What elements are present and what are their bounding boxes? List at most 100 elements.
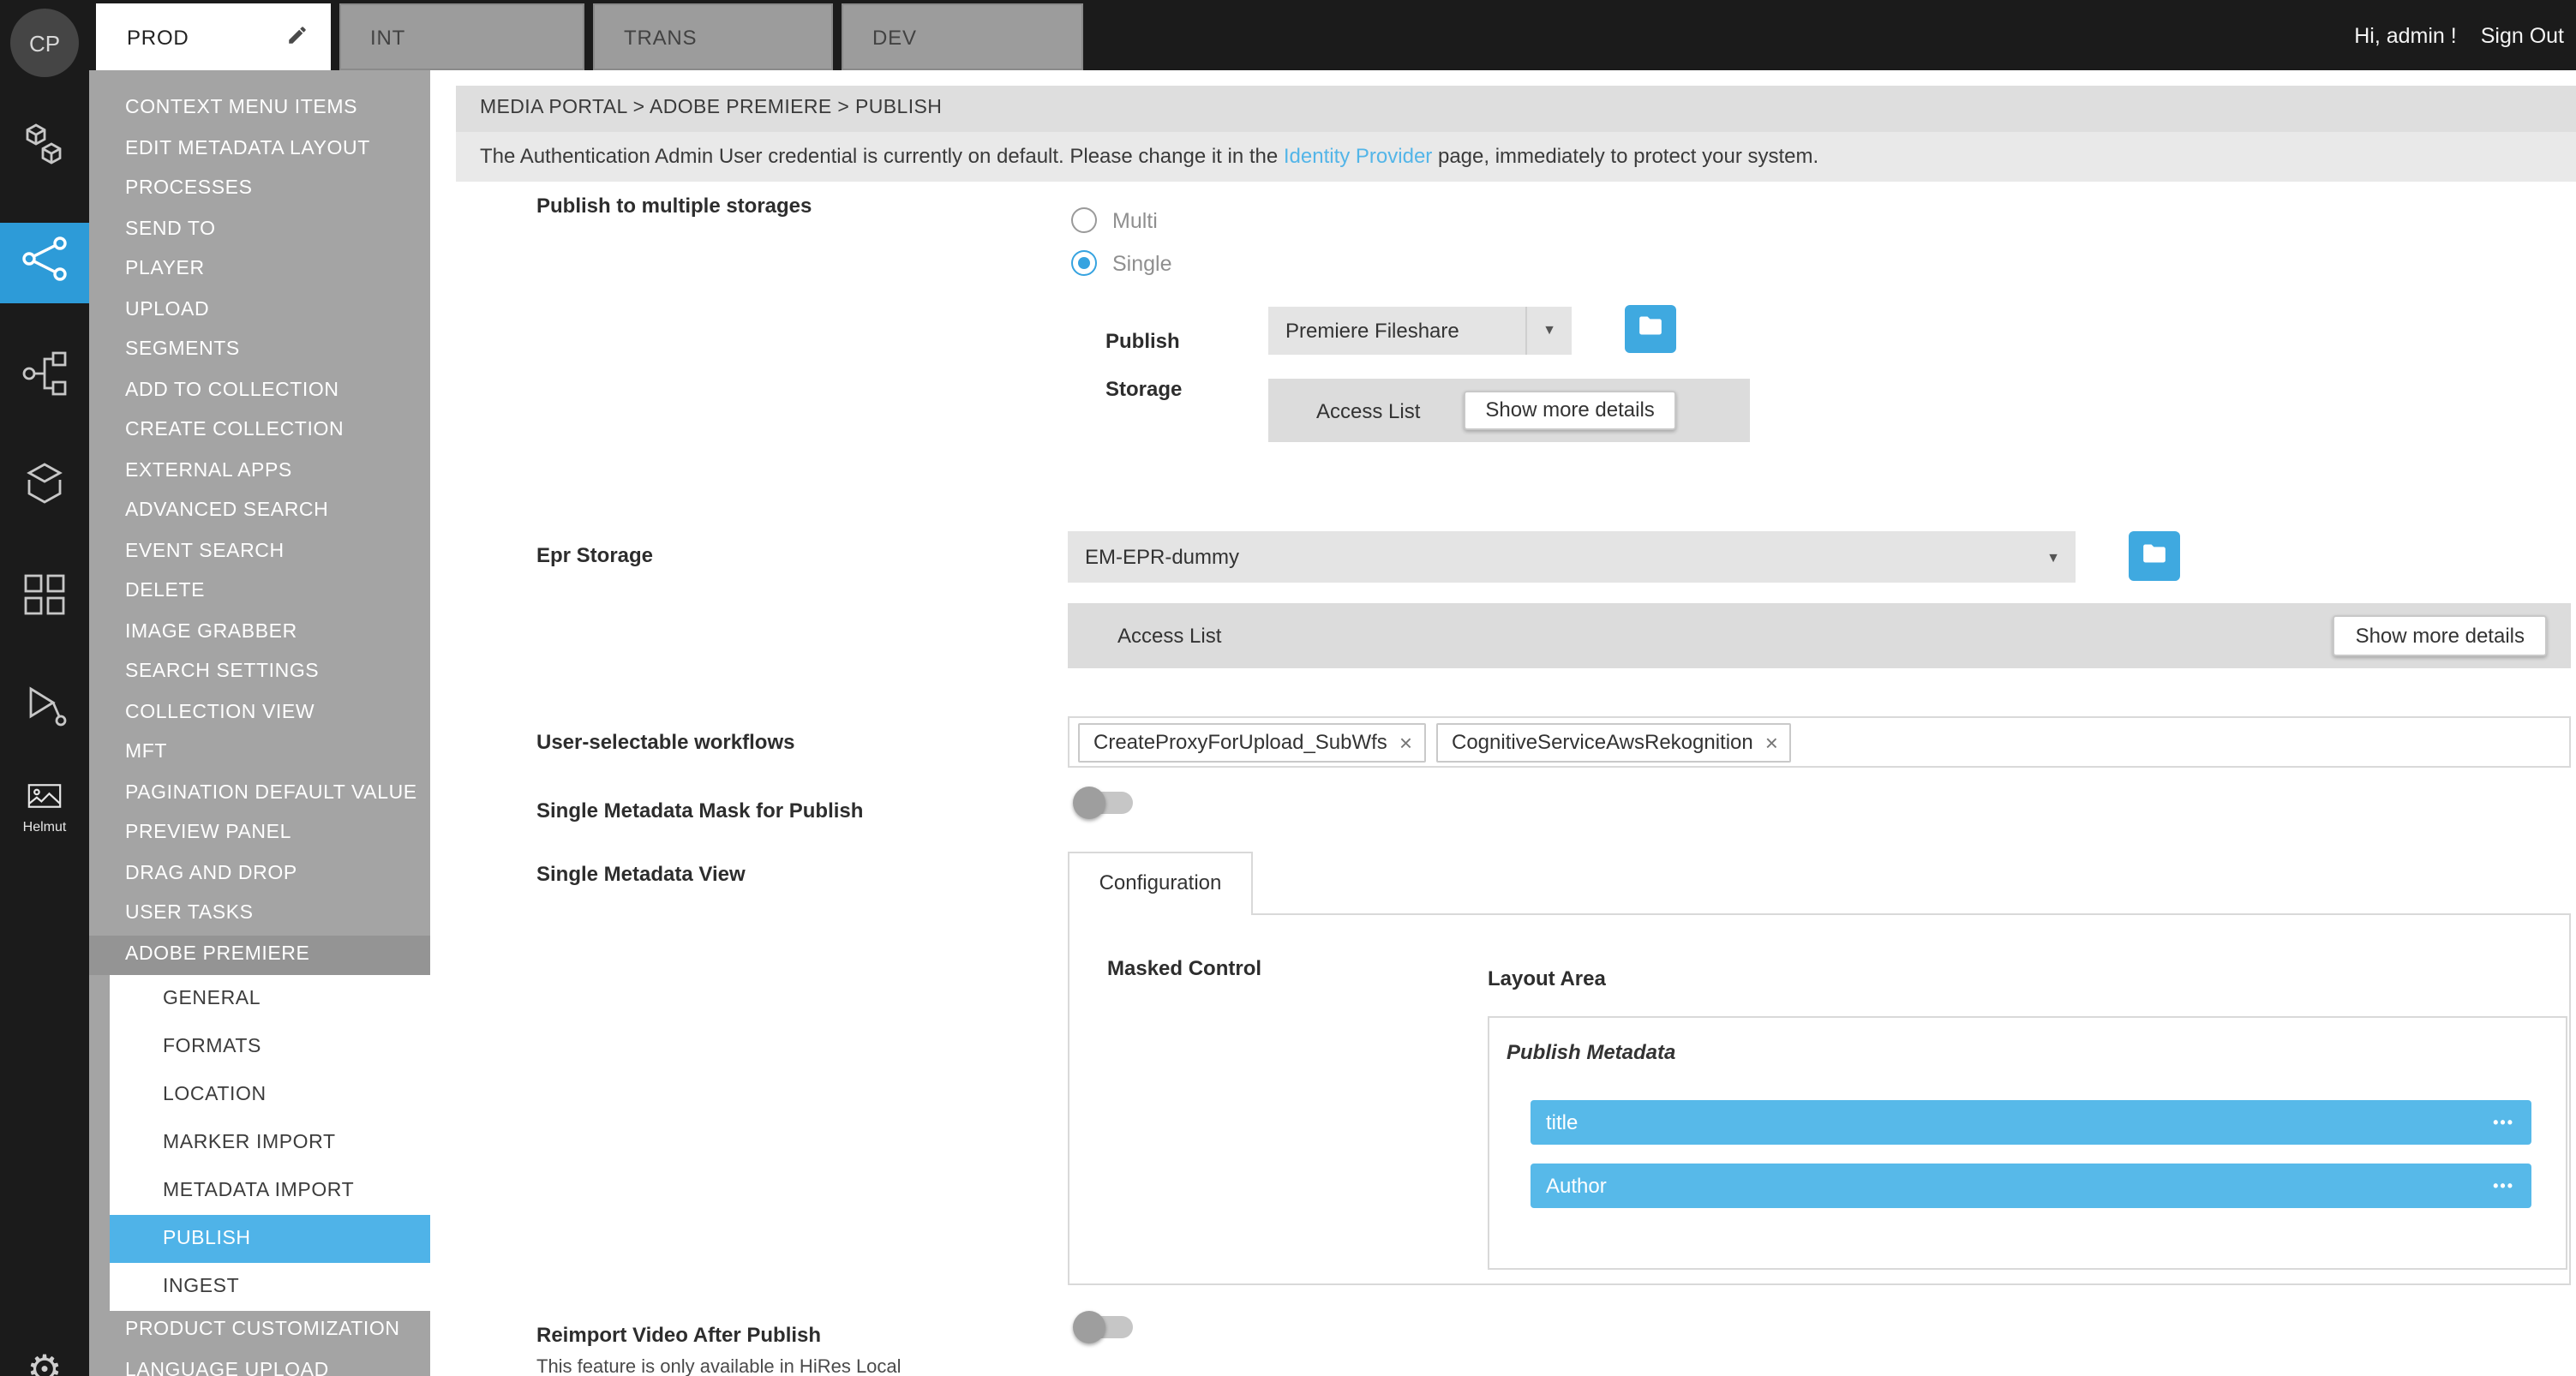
sidebar-item-advanced-search[interactable]: ADVANCED SEARCH (89, 492, 430, 532)
access-list-label: Access List (1316, 398, 1420, 422)
radio-single[interactable] (1071, 250, 1097, 276)
sidebar-item-location[interactable]: LOCATION (110, 1071, 430, 1119)
tab-trans[interactable]: TRANS (593, 3, 833, 70)
rail-item-packages[interactable] (0, 120, 89, 180)
chevron-down-icon[interactable]: ▼ (1525, 307, 1572, 355)
sidebar-item-processes[interactable]: PROCESSES (89, 170, 430, 210)
sidebar-item-pagination-default-value[interactable]: PAGINATION DEFAULT VALUE (89, 774, 430, 814)
rail-item-workflows[interactable] (0, 348, 89, 408)
user-selectable-workflows-label: User-selectable workflows (536, 730, 794, 754)
sidebar-item-context-menu-items[interactable]: CONTEXT MENU ITEMS (89, 89, 430, 129)
publish-storage-access-bar: Access List Show more details (1268, 379, 1750, 442)
sidebar-item-add-to-collection[interactable]: ADD TO COLLECTION (89, 371, 430, 411)
radio-single-label: Single (1112, 251, 1172, 275)
flow-nodes-icon (19, 348, 70, 408)
app-window: PROD INT TRANS DEV Hi, admin ! Sign Out … (0, 0, 2576, 1376)
sidebar-item-language-upload[interactable]: LANGUAGE UPLOAD (89, 1351, 430, 1376)
sidebar-item-external-apps[interactable]: EXTERNAL APPS (89, 452, 430, 492)
sidebar-item-search-settings[interactable]: SEARCH SETTINGS (89, 653, 430, 693)
radio-option-multi[interactable]: Multi (1071, 207, 1158, 233)
sidebar-item-drag-and-drop[interactable]: DRAG AND DROP (89, 854, 430, 894)
sidebar-item-player[interactable]: PLAYER (89, 250, 430, 290)
epr-storage-value: EM-EPR-dummy (1068, 545, 2031, 569)
rail-item-helmut-logo[interactable]: Helmut (0, 783, 89, 835)
sign-out-link[interactable]: Sign Out (2481, 23, 2564, 47)
tab-prod[interactable]: PROD (96, 3, 331, 70)
field-options-icon[interactable]: ••• (2493, 1114, 2514, 1131)
epr-storage-dropdown[interactable]: EM-EPR-dummy ▼ (1068, 531, 2076, 583)
sidebar-item-send-to[interactable]: SEND TO (89, 210, 430, 250)
notice-text-after: page, immediately to protect your system… (1432, 144, 1818, 168)
workflow-graph-icon (19, 233, 70, 293)
sidebar-item-adobe-premiere[interactable]: ADOBE PREMIERE (89, 935, 430, 975)
sidebar-item-product-customization[interactable]: PRODUCT CUSTOMIZATION (89, 1311, 430, 1351)
publish-storage-dropdown[interactable]: Premiere Fileshare ▼ (1268, 307, 1572, 355)
sidebar-item-delete[interactable]: DELETE (89, 572, 430, 613)
sidebar-item-user-tasks[interactable]: USER TASKS (89, 894, 430, 935)
toggle-knob (1073, 1311, 1105, 1343)
show-more-details-button[interactable]: Show more details (2333, 615, 2547, 656)
user-area: Hi, admin ! Sign Out (2354, 0, 2564, 70)
radio-option-single[interactable]: Single (1071, 250, 1172, 276)
show-more-details-button[interactable]: Show more details (1463, 391, 1676, 430)
sidebar-item-general[interactable]: GENERAL (110, 975, 430, 1023)
chevron-down-icon[interactable]: ▼ (2031, 549, 2076, 565)
single-metadata-view-label: Single Metadata View (536, 862, 746, 886)
sidebar-item-event-search[interactable]: EVENT SEARCH (89, 532, 430, 572)
rail-item-render[interactable] (0, 680, 89, 740)
identity-provider-link[interactable]: Identity Provider (1284, 144, 1432, 168)
masked-control-label: Masked Control (1107, 956, 1261, 980)
publish-storage-browse-button[interactable] (1625, 305, 1676, 353)
sidebar-item-marker-import[interactable]: MARKER IMPORT (110, 1119, 430, 1167)
sidebar-item-edit-metadata-layout[interactable]: EDIT METADATA LAYOUT (89, 129, 430, 170)
rail-item-settings[interactable]: ⚙ (0, 1350, 89, 1376)
sidebar-item-image-grabber[interactable]: IMAGE GRABBER (89, 613, 430, 653)
publish-metadata-group: Publish Metadata title ••• Author ••• (1488, 1016, 2567, 1270)
tab-int[interactable]: INT (339, 3, 584, 70)
publish-multiple-storages-label: Publish to multiple storages (536, 194, 812, 218)
workflow-chip: CognitiveServiceAwsRekognition × (1436, 722, 1792, 762)
render-play-icon (19, 680, 70, 740)
radio-multi[interactable] (1071, 207, 1097, 233)
epr-storage-label: Epr Storage (536, 543, 653, 567)
packages-icon (19, 120, 70, 180)
sidebar-item-collection-view[interactable]: COLLECTION VIEW (89, 693, 430, 733)
sidebar-item-formats[interactable]: FORMATS (110, 1023, 430, 1071)
layout-area-label: Layout Area (1488, 966, 1606, 990)
notice-bar: The Authentication Admin User credential… (456, 132, 2576, 182)
icon-rail: Helmut ⚙ (0, 70, 89, 1376)
sidebar-item-publish[interactable]: PUBLISH (110, 1215, 430, 1263)
sidebar-item-metadata-import[interactable]: METADATA IMPORT (110, 1167, 430, 1215)
breadcrumb: MEDIA PORTAL > ADOBE PREMIERE > PUBLISH (456, 86, 2576, 132)
sidebar-item-preview-panel[interactable]: PREVIEW PANEL (89, 814, 430, 854)
adobe-premiere-submenu: GENERAL FORMATS LOCATION MARKER IMPORT M… (110, 975, 430, 1311)
tab-dev[interactable]: DEV (842, 3, 1083, 70)
avatar[interactable]: CP (10, 9, 79, 77)
sidebar-item-create-collection[interactable]: CREATE COLLECTION (89, 411, 430, 452)
single-metadata-mask-label: Single Metadata Mask for Publish (536, 799, 863, 823)
metadata-field-label: title (1546, 1110, 1578, 1134)
tab-configuration[interactable]: Configuration (1068, 852, 1253, 915)
gear-icon: ⚙ (27, 1350, 62, 1376)
toggle-knob (1073, 787, 1105, 819)
metadata-field-title[interactable]: title ••• (1531, 1100, 2531, 1145)
single-metadata-mask-toggle[interactable] (1076, 792, 1133, 814)
publish-storage-value: Premiere Fileshare (1268, 319, 1525, 343)
metadata-field-author[interactable]: Author ••• (1531, 1164, 2531, 1208)
rail-item-profiles-active[interactable] (0, 223, 89, 303)
edit-pencil-icon[interactable] (286, 23, 309, 51)
sidebar-item-ingest[interactable]: INGEST (110, 1263, 430, 1311)
epr-storage-browse-button[interactable] (2129, 531, 2180, 581)
workflows-chip-input[interactable]: CreateProxyForUpload_SubWfs × CognitiveS… (1068, 716, 2571, 768)
sidebar-item-upload[interactable]: UPLOAD (89, 290, 430, 331)
rail-item-collections[interactable] (0, 458, 89, 517)
remove-chip-icon[interactable]: × (1765, 731, 1778, 753)
sidebar-item-segments[interactable]: SEGMENTS (89, 331, 430, 371)
reimport-video-toggle[interactable] (1076, 1316, 1133, 1338)
tab-prod-label: PROD (127, 25, 189, 49)
rail-item-modules[interactable] (0, 569, 89, 629)
sidebar-item-mft[interactable]: MFT (89, 733, 430, 774)
remove-chip-icon[interactable]: × (1399, 731, 1412, 753)
field-options-icon[interactable]: ••• (2493, 1177, 2514, 1194)
tab-dev-label: DEV (872, 25, 917, 49)
